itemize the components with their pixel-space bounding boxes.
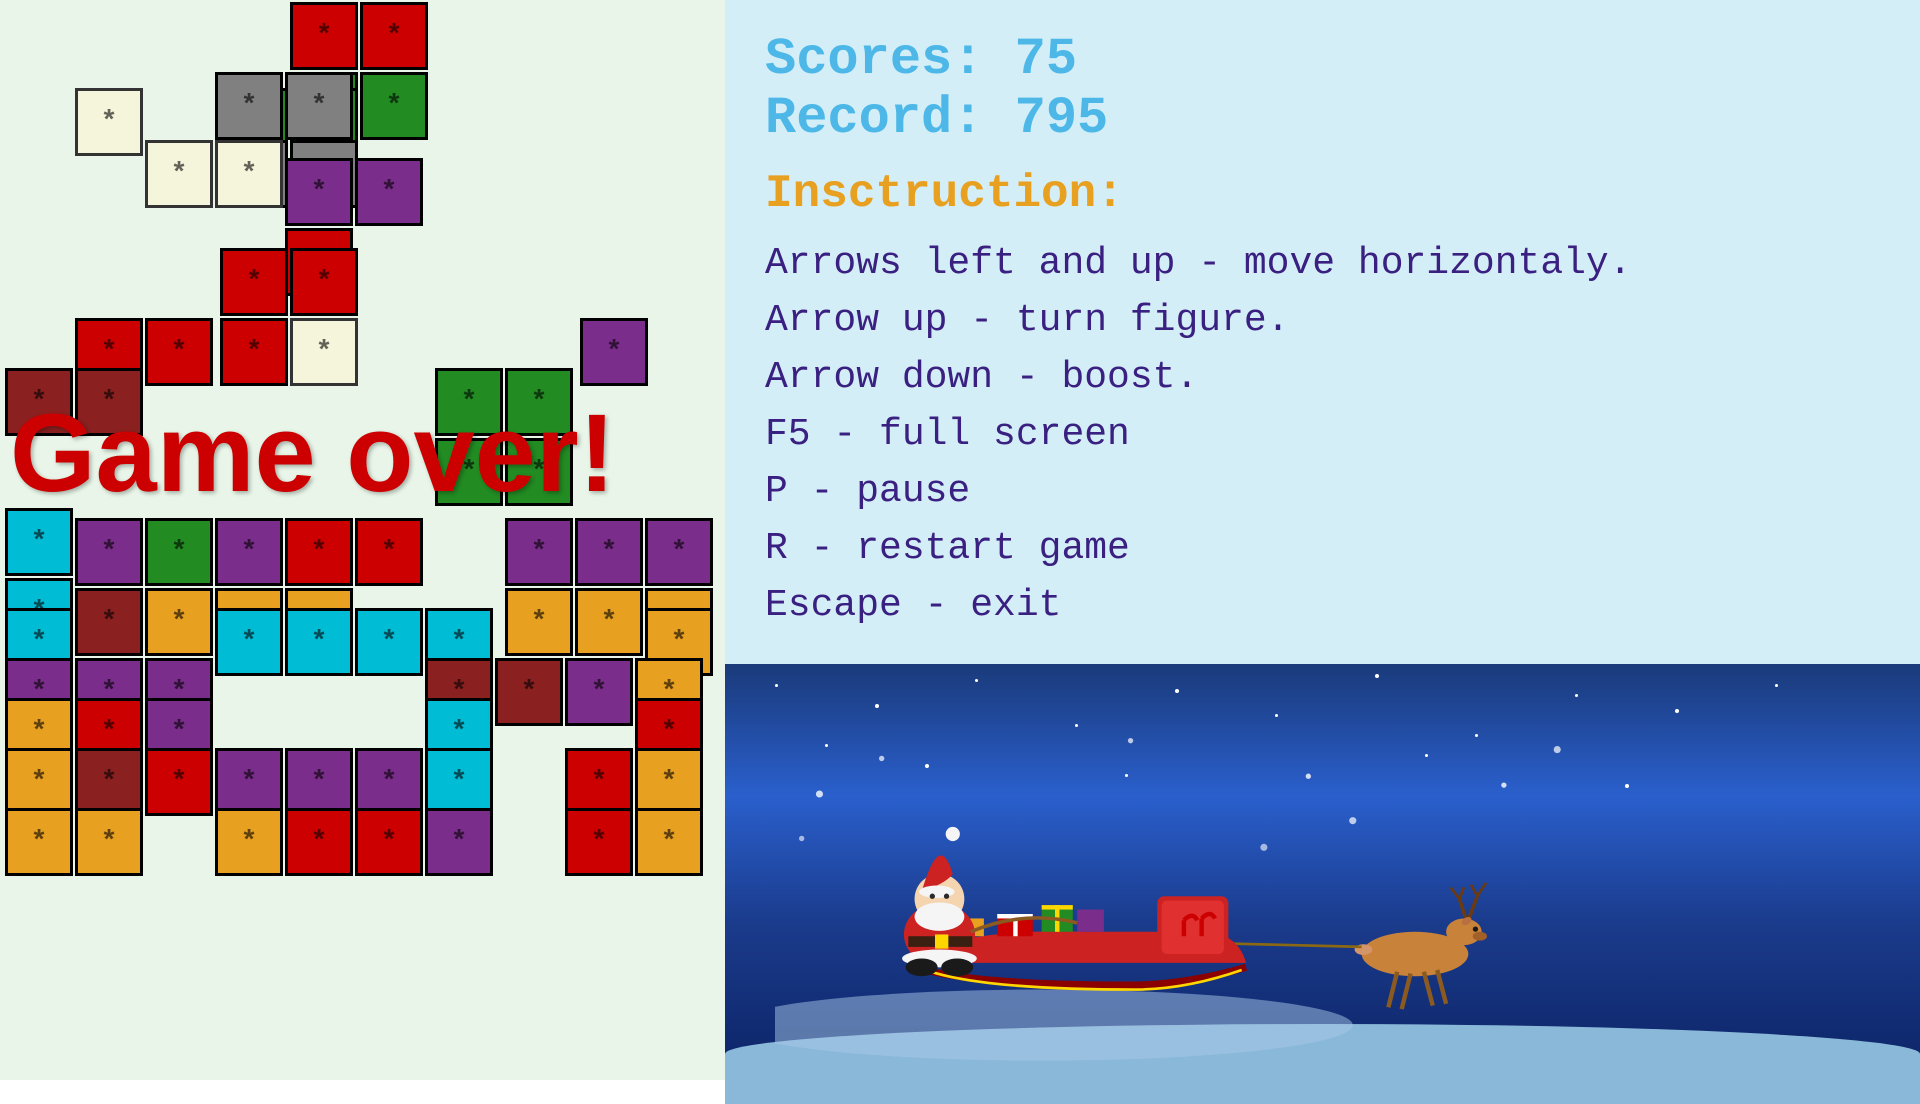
board-block: * — [220, 318, 288, 386]
board-block: * — [5, 508, 73, 576]
board-block: * — [285, 72, 353, 140]
board-block: * — [505, 518, 573, 586]
board-block: * — [285, 748, 353, 816]
board-block: * — [215, 808, 283, 876]
board-block: * — [290, 248, 358, 316]
board-block: * — [425, 808, 493, 876]
board-block: * — [220, 248, 288, 316]
game-board: ****************************************… — [0, 0, 725, 1080]
info-panel: Scores: 75 Record: 795 Insctruction: Arr… — [725, 0, 1920, 664]
board-block: * — [290, 318, 358, 386]
board-block: * — [285, 808, 353, 876]
instruction-body: Arrows left and up - move horizontaly.Ar… — [765, 235, 1880, 634]
board-block: * — [285, 158, 353, 226]
board-block: * — [285, 608, 353, 676]
board-block: * — [285, 518, 353, 586]
instruction-title: Insctruction: — [765, 168, 1880, 220]
board-block: * — [505, 588, 573, 656]
board-block: * — [75, 808, 143, 876]
star — [1675, 709, 1679, 713]
board-block: * — [145, 318, 213, 386]
star — [1575, 694, 1578, 697]
board-block: * — [355, 518, 423, 586]
santa-image-panel — [725, 664, 1920, 1104]
board-block: * — [635, 748, 703, 816]
board-block: * — [290, 2, 358, 70]
board-block: * — [75, 748, 143, 816]
board-block: * — [75, 88, 143, 156]
santa-scene — [775, 684, 1575, 1064]
board-block: * — [355, 608, 423, 676]
scores-display: Scores: 75 — [765, 30, 1880, 89]
board-block: * — [75, 588, 143, 656]
right-panel: Scores: 75 Record: 795 Insctruction: Arr… — [725, 0, 1920, 1080]
board-block: * — [575, 588, 643, 656]
board-block: * — [215, 72, 283, 140]
board-block: * — [495, 658, 563, 726]
board-block: * — [215, 608, 283, 676]
board-block: * — [425, 748, 493, 816]
star — [1375, 674, 1379, 678]
board-block: * — [580, 318, 648, 386]
board-block: * — [565, 658, 633, 726]
board-block: * — [355, 158, 423, 226]
game-over-overlay: Game over! — [10, 390, 615, 517]
block-board: ****************************************… — [0, 0, 725, 1080]
board-block: * — [145, 140, 213, 208]
board-block: * — [215, 140, 283, 208]
board-block: * — [75, 518, 143, 586]
board-block: * — [5, 808, 73, 876]
star — [1625, 784, 1629, 788]
scores-section: Scores: 75 Record: 795 — [765, 30, 1880, 148]
board-block: * — [145, 588, 213, 656]
board-block: * — [5, 748, 73, 816]
board-block: * — [565, 808, 633, 876]
board-block: * — [355, 808, 423, 876]
board-block: * — [215, 518, 283, 586]
star — [975, 679, 978, 682]
board-block: * — [215, 748, 283, 816]
board-block: * — [355, 748, 423, 816]
board-block: * — [575, 518, 643, 586]
board-block: * — [145, 518, 213, 586]
board-block: * — [360, 72, 428, 140]
board-block: * — [645, 518, 713, 586]
board-block: * — [635, 808, 703, 876]
star — [1775, 684, 1778, 687]
record-display: Record: 795 — [765, 89, 1880, 148]
board-block: * — [360, 2, 428, 70]
board-block: * — [565, 748, 633, 816]
board-block: * — [145, 748, 213, 816]
